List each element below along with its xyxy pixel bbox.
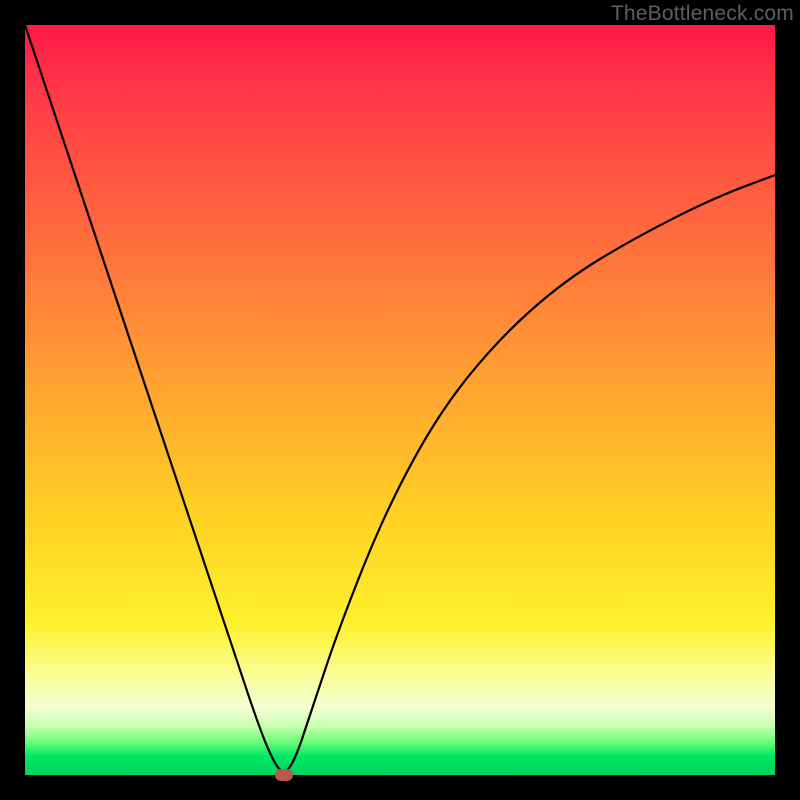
- plot-area: [25, 25, 775, 775]
- watermark-text: TheBottleneck.com: [611, 2, 794, 26]
- bottleneck-curve: [25, 25, 775, 771]
- minimum-marker: [275, 769, 293, 781]
- chart-stage: TheBottleneck.com: [0, 0, 800, 800]
- curve-svg: [25, 25, 775, 775]
